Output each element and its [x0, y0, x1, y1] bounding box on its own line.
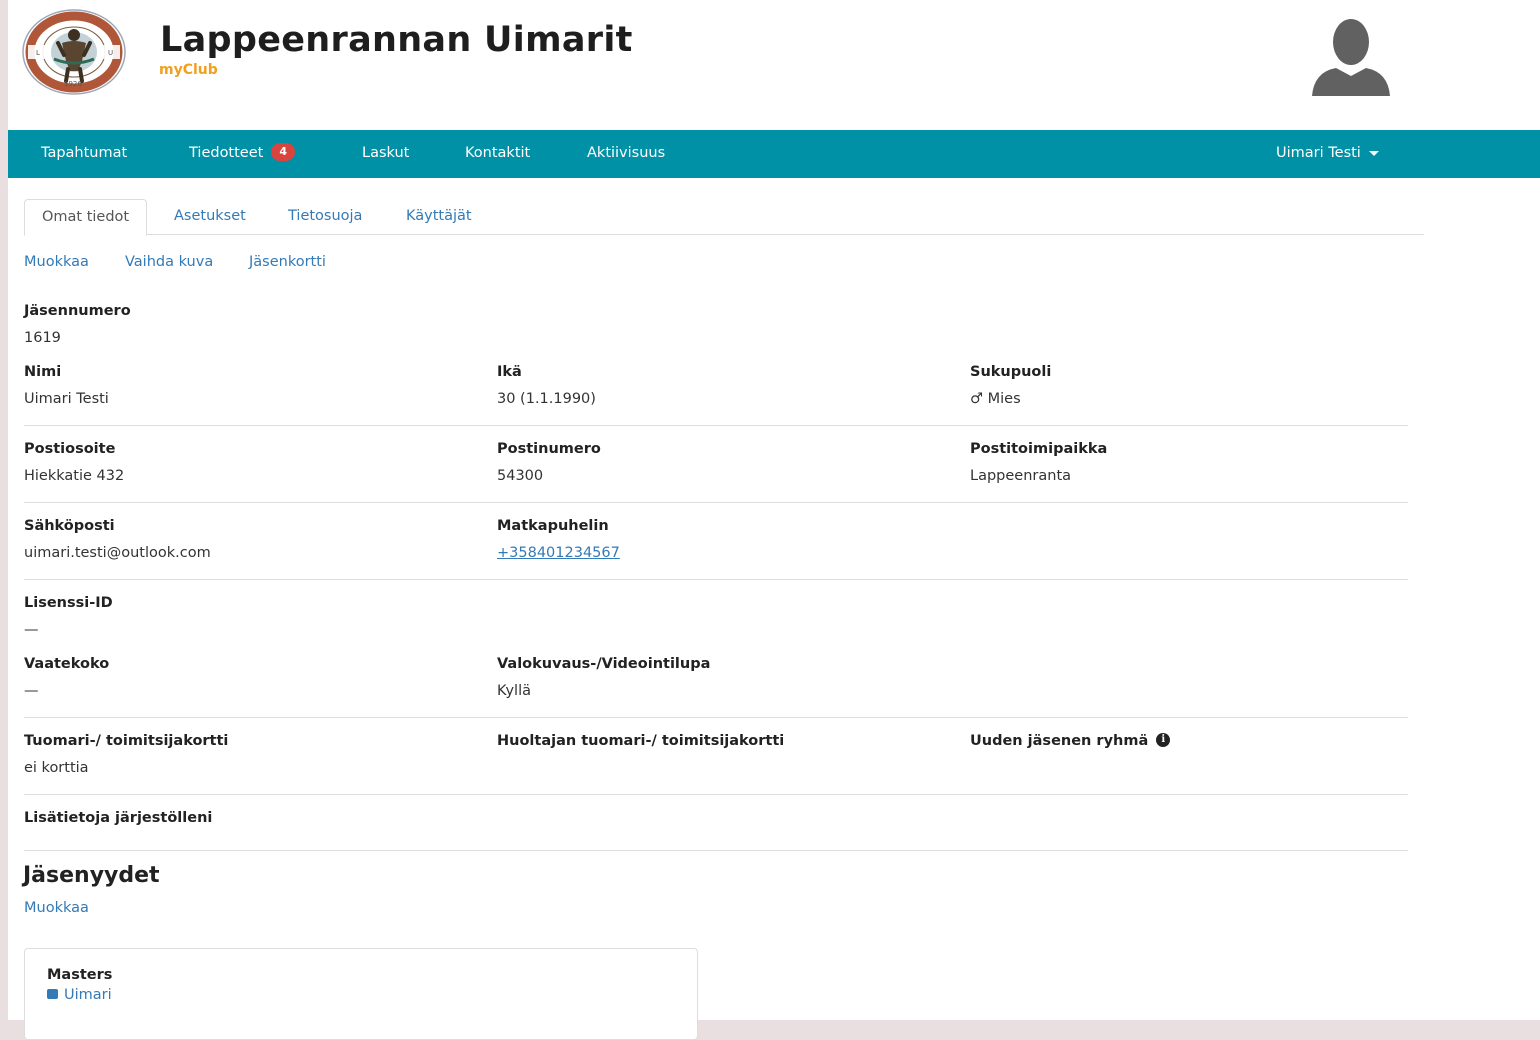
license-id-value: — [24, 622, 39, 638]
change-photo-link[interactable]: Vaihda kuva [125, 254, 213, 270]
license-id-label: Lisenssi-ID [24, 595, 113, 611]
photo-permission-value: Kyllä [497, 683, 531, 699]
tab-tietosuoja[interactable]: Tietosuoja [288, 199, 362, 233]
unread-badge: 4 [271, 143, 295, 161]
guardian-referee-card-label: Huoltajan tuomari-/ toimitsijakortti [497, 733, 785, 749]
user-avatar-icon[interactable] [1310, 18, 1392, 96]
info-icon[interactable]: i [1156, 733, 1171, 747]
nav-tapahtumat[interactable]: Tapahtumat [41, 130, 127, 178]
nav-label: Laskut [362, 145, 410, 161]
page: L U 1926 Lappeenrannan Uimarit myClub Ta… [8, 0, 1540, 1040]
role-color-icon [47, 989, 58, 999]
new-member-group-label: Uuden jäsenen ryhmä i [970, 733, 1171, 749]
nav-aktiivisuus[interactable]: Aktiivisuus [587, 130, 665, 178]
clothing-size-label: Vaatekoko [24, 656, 110, 672]
nav-label: Tiedotteet [189, 145, 264, 161]
gender-label: Sukupuoli [970, 364, 1052, 380]
city-value: Lappeenranta [970, 468, 1072, 484]
member-number-label: Jäsennumero [24, 303, 131, 319]
gender-value: ♂ Mies [970, 391, 1021, 407]
additional-info-label: Lisätietoja järjestölleni [24, 810, 213, 826]
divider [24, 850, 1408, 851]
app-name: myClub [159, 62, 218, 78]
divider [24, 717, 1408, 718]
nav-label: Aktiivisuus [587, 145, 666, 161]
nav-label: Kontaktit [465, 145, 531, 161]
photo-permission-label: Valokuvaus-/Videointilupa [497, 656, 711, 672]
nav-laskut[interactable]: Laskut [362, 130, 409, 178]
divider [24, 425, 1408, 426]
memberships-edit-link[interactable]: Muokkaa [24, 900, 89, 916]
address-value: Hiekkatie 432 [24, 468, 125, 484]
membership-card: Masters Uimari [24, 948, 698, 1040]
referee-card-value: ei korttia [24, 760, 89, 776]
name-label: Nimi [24, 364, 62, 380]
age-value: 30 (1.1.1990) [497, 391, 596, 407]
tab-omat-tiedot[interactable]: Omat tiedot [24, 199, 148, 236]
member-card-link[interactable]: Jäsenkortti [249, 254, 326, 270]
age-label: Ikä [497, 364, 522, 380]
header: L U 1926 Lappeenrannan Uimarit myClub [8, 0, 1540, 130]
nav-kontaktit[interactable]: Kontaktit [465, 130, 530, 178]
referee-card-label: Tuomari-/ toimitsijakortti [24, 733, 229, 749]
email-label: Sähköposti [24, 518, 115, 534]
tab-kayttajat[interactable]: Käyttäjät [406, 199, 472, 233]
svg-text:L: L [36, 49, 40, 57]
postal-code-label: Postinumero [497, 441, 601, 457]
svg-text:1926: 1926 [64, 80, 82, 88]
caret-down-icon [1368, 150, 1379, 156]
address-label: Postiosoite [24, 441, 116, 457]
edit-link[interactable]: Muokkaa [24, 254, 89, 270]
divider [24, 794, 1408, 795]
user-menu-label: Uimari Testi [1276, 145, 1361, 161]
city-label: Postitoimipaikka [970, 441, 1108, 457]
member-number-value: 1619 [24, 330, 61, 346]
club-name: Lappeenrannan Uimarit [160, 20, 633, 60]
club-logo[interactable]: L U 1926 [22, 9, 126, 95]
postal-code-value: 54300 [497, 468, 544, 484]
name-value: Uimari Testi [24, 391, 109, 407]
nav-label: Tapahtumat [41, 145, 128, 161]
email-value: uimari.testi@outlook.com [24, 545, 211, 561]
user-menu[interactable]: Uimari Testi [1276, 130, 1379, 178]
profile-tabs: Omat tiedot Asetukset Tietosuoja Käyttäj… [24, 199, 1424, 236]
memberships-title: Jäsenyydet [23, 863, 160, 888]
new-member-group-text: Uuden jäsenen ryhmä [970, 733, 1149, 749]
phone-value: +358401234567 [497, 545, 620, 561]
membership-role-label: Uimari [64, 987, 112, 1003]
tab-asetukset[interactable]: Asetukset [174, 199, 246, 233]
clothing-size-value: — [24, 683, 39, 699]
nav-tiedotteet[interactable]: Tiedotteet 4 [189, 130, 295, 178]
svg-text:U: U [108, 49, 113, 57]
membership-role: Uimari [47, 987, 112, 1003]
phone-link[interactable]: +358401234567 [497, 545, 620, 561]
main-navbar: Tapahtumat Tiedotteet 4 Laskut Kontaktit … [8, 130, 1540, 178]
divider [24, 502, 1408, 503]
divider [24, 579, 1408, 580]
phone-label: Matkapuhelin [497, 518, 609, 534]
membership-group: Masters [47, 967, 113, 983]
